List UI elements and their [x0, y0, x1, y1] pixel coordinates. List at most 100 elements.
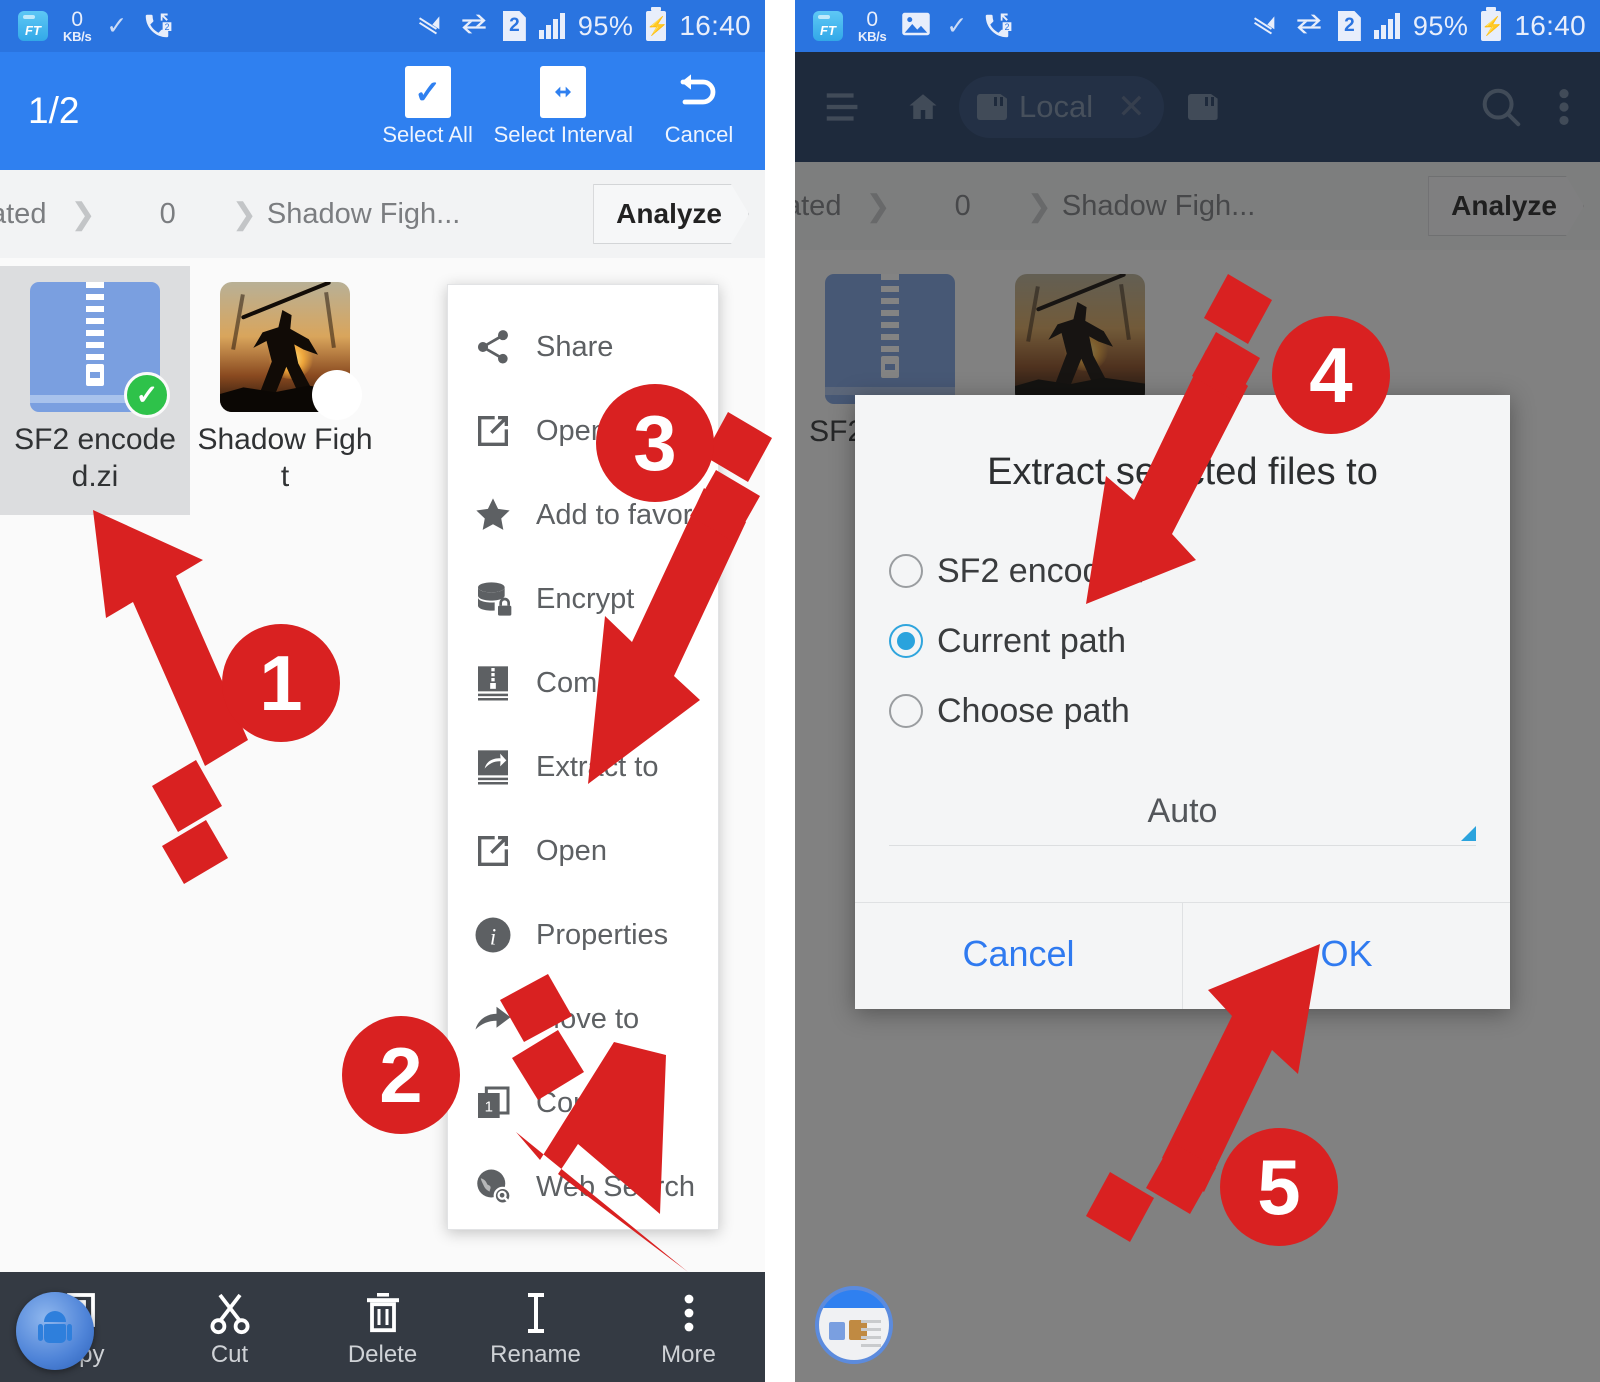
radio-label: Current path [937, 621, 1126, 660]
database-lock-icon [470, 576, 516, 622]
menu-item-open[interactable]: Open [448, 809, 718, 893]
bottom-more-label: More [661, 1341, 716, 1368]
bottom-cut-button[interactable]: Cut [153, 1272, 306, 1382]
spinner-arrow-icon [1461, 826, 1476, 841]
menu-item-label: Share [536, 330, 614, 363]
svg-text:2: 2 [165, 22, 170, 32]
breadcrumb-item-2[interactable]: Shadow Figh... [1062, 190, 1255, 223]
mute-icon [1250, 10, 1280, 43]
bottom-rename-button[interactable]: Rename [459, 1272, 612, 1382]
call-forward-icon: 2 [142, 11, 172, 41]
radio-button[interactable] [889, 694, 923, 728]
breadcrumb-item-1[interactable]: 0 [160, 198, 176, 231]
radio-button-selected[interactable] [889, 624, 923, 658]
check-box-icon: ✓ [404, 66, 451, 118]
breadcrumb-left: ated ❯ 0 ❯ Shadow Figh... Analyze [0, 170, 765, 258]
file-name: Shadow Fight [197, 423, 373, 493]
bottom-action-bar: Copy Cut Delete Rename [0, 1272, 765, 1382]
copy-icon: 1 [470, 1080, 516, 1126]
breadcrumb-item-1[interactable]: 0 [955, 190, 971, 223]
breadcrumb-item-0[interactable]: ated [795, 190, 841, 223]
menu-item-encrypt[interactable]: Encrypt [448, 557, 718, 641]
es-file-explorer-icon [18, 11, 48, 41]
bottom-delete-button[interactable]: Delete [306, 1272, 459, 1382]
tab-local[interactable]: Local ✕ [959, 76, 1164, 138]
cancel-label: Cancel [664, 122, 734, 147]
sim-card-icon: 2 [502, 11, 526, 41]
radio-option-current-path[interactable]: Current path [889, 606, 1476, 676]
svg-text:1: 1 [485, 1098, 493, 1115]
chevron-right-icon: ❯ [1026, 189, 1052, 223]
status-bar-right: 0 KB/s ✓ 2 2 [795, 0, 1600, 52]
battery-charging-icon [646, 7, 667, 41]
info-icon: i [470, 912, 516, 958]
menu-item-label: Properties [536, 918, 669, 951]
tab-local-label: Local [1019, 89, 1094, 124]
breadcrumb-item-0[interactable]: ated [0, 198, 46, 231]
radio-label: SF2 encoded/ [937, 551, 1149, 590]
hamburger-menu-icon[interactable] [821, 87, 867, 127]
radio-option-choose-path[interactable]: Choose path [889, 676, 1476, 746]
menu-item-compress[interactable]: Compress [448, 641, 718, 725]
chevron-right-icon: ❯ [231, 197, 257, 231]
menu-item-copy-to[interactable]: 1 Copy to [448, 1061, 718, 1145]
extract-dialog: Extract selected files to SF2 encoded/ C… [855, 395, 1510, 1009]
menu-item-label: Compress [536, 666, 669, 699]
screenshot-preview-bubble[interactable] [815, 1286, 893, 1364]
file-tile-shadow-fight[interactable]: Shadow Fight [190, 266, 380, 515]
file-name: SF2 encoded.zi [14, 423, 176, 493]
mute-icon [415, 10, 445, 43]
menu-item-web-search[interactable]: Web Search [448, 1145, 718, 1229]
breadcrumb-item-2[interactable]: Shadow Figh... [267, 198, 460, 231]
sd-card-icon [977, 94, 1007, 120]
compression-mode-spinner[interactable]: Auto [889, 792, 1476, 846]
trash-icon [359, 1285, 407, 1337]
menu-item-open-as[interactable]: Open As [448, 389, 718, 473]
clock: 16:40 [1514, 10, 1586, 41]
search-icon[interactable] [1478, 84, 1524, 130]
selected-check-badge: ✓ [124, 372, 170, 418]
menu-item-label: Copy to [536, 1086, 636, 1119]
analyze-button[interactable]: Analyze [1428, 176, 1584, 236]
menu-item-extract-to[interactable]: Extract to [448, 725, 718, 809]
move-arrow-icon [470, 996, 516, 1042]
call-forward-icon: 2 [982, 11, 1012, 41]
share-icon [470, 324, 516, 370]
radio-option-sf2-encoded[interactable]: SF2 encoded/ [889, 536, 1476, 606]
menu-item-properties[interactable]: i Properties [448, 893, 718, 977]
menu-item-label: Web Search [536, 1170, 696, 1203]
cancel-selection-button[interactable]: Cancel [633, 66, 765, 148]
dialog-cancel-button[interactable]: Cancel [855, 903, 1182, 1009]
sd-card-icon[interactable] [1187, 94, 1218, 120]
dialog-ok-button[interactable]: OK [1182, 903, 1510, 1009]
web-search-icon [470, 1164, 516, 1210]
analyze-button[interactable]: Analyze [593, 184, 749, 244]
bottom-cut-label: Cut [210, 1341, 249, 1368]
menu-item-share[interactable]: Share [448, 305, 718, 389]
open-external-icon [470, 828, 516, 874]
check-icon: ✓ [106, 11, 128, 40]
bottom-more-button[interactable]: More [612, 1272, 765, 1382]
overflow-dots-icon[interactable] [1554, 84, 1574, 130]
menu-item-label: Extract to [536, 750, 659, 783]
chevron-right-icon: ❯ [70, 197, 96, 231]
select-interval-button[interactable]: Select Interval [494, 66, 633, 148]
breadcrumb-right: ated ❯ 0 ❯ Shadow Figh... Analyze [795, 162, 1600, 250]
svg-text:2: 2 [1005, 22, 1010, 32]
file-tile-zip[interactable]: ✓ SF2 encoded.zi [0, 266, 190, 516]
menu-item-label: Encrypt [536, 582, 635, 615]
net-speed-unit: KB/s [63, 29, 92, 44]
spinner-value: Auto [1147, 792, 1218, 830]
menu-item-label: Open [536, 834, 607, 867]
close-icon[interactable]: ✕ [1117, 87, 1146, 127]
svg-text:i: i [490, 925, 496, 950]
select-all-button[interactable]: ✓ Select All [362, 66, 494, 148]
radio-button[interactable] [889, 554, 923, 588]
menu-item-add-to-favorites[interactable]: Add to favor.. [448, 473, 718, 557]
home-icon[interactable] [905, 89, 941, 125]
menu-item-move-to[interactable]: Move to [448, 977, 718, 1061]
selection-count: 1/2 [28, 90, 80, 131]
battery-percent: 95% [1412, 10, 1469, 41]
android-robot-icon[interactable] [16, 1292, 94, 1370]
dialog-title: Extract selected files to [987, 451, 1378, 493]
